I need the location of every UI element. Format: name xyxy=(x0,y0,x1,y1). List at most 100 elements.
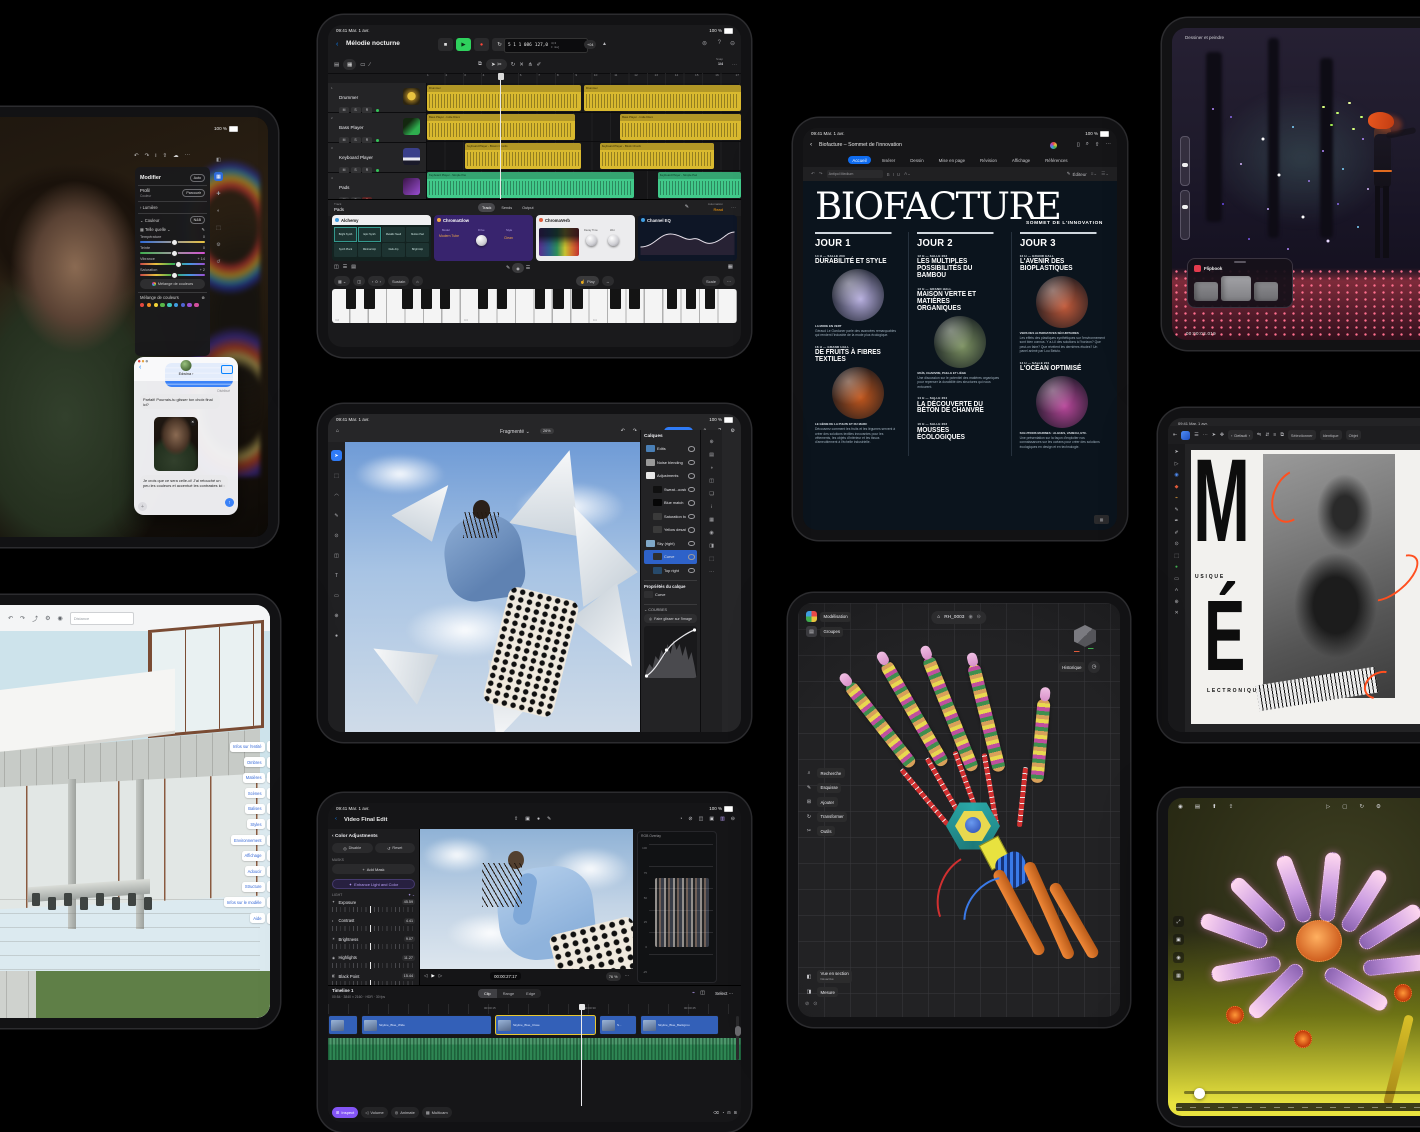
slider-ruler[interactable] xyxy=(332,907,415,912)
crop-icon[interactable]: ⬚ xyxy=(1174,554,1179,559)
reset-button[interactable]: ↺Reset xyxy=(375,843,416,853)
select-button[interactable]: Sélectionner xyxy=(1288,430,1316,440)
more-icon[interactable]: ⋯ xyxy=(731,205,736,211)
panel-button[interactable]: Scènes ⧉ xyxy=(245,788,270,799)
preset-cell[interactable]: Epic Synth xyxy=(358,227,381,242)
video-clip[interactable] xyxy=(328,1015,358,1035)
edit-icon[interactable]: ▦ xyxy=(214,172,223,181)
tracks-view-icon[interactable]: ▤ xyxy=(334,62,339,68)
track-header[interactable]: 3 Keyboard Player M S R xyxy=(328,143,427,173)
slider-knob[interactable] xyxy=(175,261,182,268)
layer-row[interactable]: Curve xyxy=(644,550,697,564)
zoom-icon[interactable]: ⊕ xyxy=(331,610,342,621)
layer-row[interactable]: Adjustments xyxy=(644,469,697,483)
canvas-title[interactable]: Dessiner et peindre xyxy=(1185,35,1224,40)
redo-icon[interactable]: ↷ xyxy=(633,428,637,434)
isolate-icon[interactable]: ⊘ xyxy=(805,1001,809,1007)
pencil-icon[interactable]: ∕ xyxy=(369,62,370,68)
hide-icon[interactable]: ⊖ xyxy=(730,40,735,47)
timeline-tool-button[interactable]: ◎Animate xyxy=(391,1107,419,1118)
measurement-input[interactable]: Distance xyxy=(70,612,134,625)
info-icon[interactable]: i xyxy=(711,505,712,510)
more-icon[interactable]: ⋯ xyxy=(1106,142,1112,148)
footer-tab[interactable]: Output xyxy=(518,203,537,212)
panel-button[interactable]: Infos sur le modèle i xyxy=(224,897,270,908)
mask-icon[interactable]: ◫ xyxy=(709,479,714,484)
measure-button[interactable]: ◨ Mesure xyxy=(804,987,852,997)
layer-visibility-icon[interactable] xyxy=(688,568,695,574)
back-chevron-icon[interactable]: ‹ xyxy=(336,41,338,48)
designer-icon[interactable] xyxy=(1050,142,1057,149)
preset-cell[interactable]: Motion Pad xyxy=(406,227,429,242)
back-chevron-icon[interactable]: ‹ xyxy=(139,364,141,371)
arrange-area[interactable]: Drummer Drummer Bass Player - Indie Disc… xyxy=(427,83,741,199)
plugin-channeleq[interactable]: Channel EQ xyxy=(638,215,737,261)
modeling-icon[interactable] xyxy=(806,611,817,622)
history-icon[interactable]: ↺ xyxy=(214,257,223,266)
preset-selector[interactable]: ‹ Default › xyxy=(1228,430,1253,440)
layer-visibility-icon[interactable] xyxy=(688,514,695,520)
ribbon-tab[interactable]: Révision xyxy=(976,156,1001,164)
timeline-playhead[interactable] xyxy=(581,1004,582,1106)
same-button[interactable]: Identique xyxy=(1320,430,1342,440)
audio-track[interactable] xyxy=(328,1038,741,1060)
share-icon[interactable]: ⇪ xyxy=(1229,804,1234,810)
brush-icon[interactable]: ✐ xyxy=(1174,531,1178,536)
black-key[interactable] xyxy=(705,289,716,309)
type-icon[interactable]: T xyxy=(331,570,342,581)
lock-icon[interactable]: ⌂ xyxy=(412,276,422,286)
split-icon[interactable]: ⋔ xyxy=(528,62,533,68)
loop-icon[interactable]: ↻ xyxy=(1359,804,1364,810)
mask-icon[interactable]: ◐ xyxy=(214,206,223,215)
panel-button[interactable]: Ombres ◐ xyxy=(244,757,270,768)
text-tool-icon[interactable]: A xyxy=(1175,588,1178,593)
eye-icon[interactable]: ◉ xyxy=(709,531,713,536)
move-tool-icon[interactable]: ➤ xyxy=(331,450,342,461)
move-tool-icon[interactable]: ➤ xyxy=(1174,450,1178,455)
layer-visibility-icon[interactable] xyxy=(688,541,695,547)
color-dot[interactable] xyxy=(187,303,191,307)
panel-button[interactable]: Affichage ∞ xyxy=(242,850,271,861)
adjust-slider[interactable]: ☀Brightness9.07 xyxy=(332,936,415,949)
play-surface-button[interactable]: ☝ Play xyxy=(576,276,599,286)
font-name-box[interactable]: Antipol Medium xyxy=(827,170,883,179)
play-button[interactable]: ▶ xyxy=(456,38,471,51)
groups-icon[interactable]: ▤ xyxy=(806,626,817,637)
mode-label[interactable]: Modélisation xyxy=(820,612,851,622)
decay-knob[interactable] xyxy=(586,235,597,246)
viewer[interactable] xyxy=(420,829,633,969)
hide-icon[interactable]: ⊖ xyxy=(731,816,735,822)
material-icon[interactable]: ◉ xyxy=(1173,952,1184,963)
settings-icon[interactable]: ⚙ xyxy=(1376,804,1381,810)
home-icon[interactable]: ⌂ xyxy=(937,615,940,620)
slider-knob[interactable] xyxy=(171,239,178,246)
photo-attachment[interactable]: ✕ xyxy=(154,417,198,471)
pencil-icon[interactable]: ✎ xyxy=(1174,508,1178,513)
layers-icon[interactable]: ▤ xyxy=(709,453,714,458)
black-key[interactable] xyxy=(629,289,640,309)
select-icon[interactable]: ⬚ xyxy=(709,557,714,562)
align-icon[interactable]: ≡⌄ xyxy=(1091,171,1097,177)
cell-view-icon[interactable]: ▭ xyxy=(360,62,365,68)
hide-icon[interactable]: ⊖ xyxy=(977,615,981,620)
clone-icon[interactable]: ⊙ xyxy=(331,530,342,541)
settings-icon[interactable]: ⚙ xyxy=(45,615,50,622)
bw-button[interactable]: N&B xyxy=(190,216,205,224)
project-title[interactable]: Video Final Edit xyxy=(344,817,387,823)
model-viewport[interactable]: Infos sur l'entité ⚙ Ombres ◐ Matières ▦ xyxy=(0,631,270,1018)
flower-render[interactable] xyxy=(1198,838,1420,1076)
brush-size-slider[interactable] xyxy=(1180,136,1190,186)
couleur-section[interactable]: ⌄ Couleur xyxy=(140,218,159,223)
font-color-icon[interactable]: A⌄ xyxy=(904,171,911,177)
notes-icon[interactable]: ▤ xyxy=(351,264,356,270)
draw-icon[interactable]: ✐ xyxy=(537,62,542,68)
piano-keyboard[interactable]: C2C3C4 xyxy=(332,289,737,323)
vector-brush-icon[interactable]: ◆ xyxy=(1175,485,1179,490)
cloud-icon[interactable]: ☁ xyxy=(173,153,179,159)
contrast-icon[interactable]: ◨ xyxy=(709,544,714,549)
color-icon[interactable]: ● xyxy=(331,630,342,641)
wet-knob[interactable] xyxy=(608,235,619,246)
sliders-icon[interactable]: ☰ xyxy=(526,265,530,271)
layer-row[interactable]: Saturation boost xyxy=(644,510,697,524)
slider-knob[interactable] xyxy=(1182,205,1188,209)
